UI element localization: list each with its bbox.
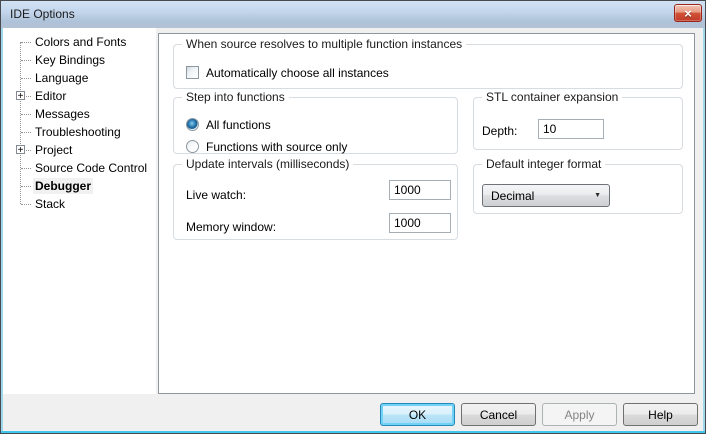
- close-icon: ×: [684, 6, 692, 21]
- functions-with-source-label[interactable]: Functions with source only: [206, 140, 347, 154]
- tree-item-language[interactable]: Language: [3, 69, 156, 87]
- frame-accent-bottom: [1, 431, 705, 433]
- frame-accent-right: [703, 28, 705, 433]
- debugger-settings-panel: When source resolves to multiple functio…: [158, 33, 695, 394]
- expand-icon[interactable]: +: [16, 91, 25, 100]
- memory-window-input[interactable]: [389, 213, 451, 233]
- live-watch-label: Live watch:: [186, 188, 246, 202]
- all-functions-radio[interactable]: [186, 118, 199, 131]
- group-update-intervals: Update intervals (milliseconds) Live wat…: [173, 164, 458, 240]
- tree-item-messages[interactable]: Messages: [3, 105, 156, 123]
- group-step-into-functions: Step into functions All functions Functi…: [173, 97, 458, 154]
- integer-format-combobox[interactable]: Decimal ▼: [482, 184, 610, 207]
- functions-with-source-radio[interactable]: [186, 140, 199, 153]
- tree-item-editor[interactable]: + Editor: [3, 87, 156, 105]
- group-title: When source resolves to multiple functio…: [182, 37, 466, 52]
- combobox-selected-value: Decimal: [491, 189, 534, 203]
- tree-item-troubleshooting[interactable]: Troubleshooting: [3, 123, 156, 141]
- depth-label: Depth:: [482, 124, 517, 138]
- ok-button[interactable]: OK: [380, 403, 455, 426]
- apply-button: Apply: [542, 403, 617, 426]
- tree-item-debugger[interactable]: Debugger: [3, 177, 156, 195]
- window-title: IDE Options: [10, 7, 75, 21]
- group-title: Update intervals (milliseconds): [182, 157, 353, 172]
- live-watch-input[interactable]: [389, 180, 451, 200]
- group-title: STL container expansion: [482, 90, 622, 105]
- cancel-button[interactable]: Cancel: [461, 403, 536, 426]
- group-multiple-instances: When source resolves to multiple functio…: [173, 44, 683, 89]
- tree-item-key-bindings[interactable]: Key Bindings: [3, 51, 156, 69]
- group-stl-container-expansion: STL container expansion Depth:: [473, 97, 683, 150]
- all-functions-label[interactable]: All functions: [206, 118, 271, 132]
- expand-icon[interactable]: +: [16, 145, 25, 154]
- group-title: Step into functions: [182, 90, 289, 105]
- tree-item-stack[interactable]: Stack: [3, 195, 156, 213]
- close-button[interactable]: ×: [674, 4, 702, 22]
- depth-input[interactable]: [538, 119, 604, 139]
- tree-item-source-code-control[interactable]: Source Code Control: [3, 159, 156, 177]
- tree-item-project[interactable]: + Project: [3, 141, 156, 159]
- chevron-down-icon: ▼: [594, 192, 601, 199]
- auto-choose-instances-checkbox[interactable]: [186, 66, 199, 79]
- tree-item-colors-and-fonts[interactable]: Colors and Fonts: [3, 33, 156, 51]
- group-title: Default integer format: [482, 157, 605, 172]
- help-button[interactable]: Help: [623, 403, 698, 426]
- ide-options-dialog: IDE Options × Colors and Fonts Key Bindi…: [0, 0, 706, 434]
- settings-tree: Colors and Fonts Key Bindings Language +…: [3, 28, 156, 394]
- memory-window-label: Memory window:: [186, 220, 276, 234]
- dialog-button-row: OK Cancel Apply Help: [380, 403, 698, 426]
- group-default-integer-format: Default integer format Decimal ▼: [473, 164, 683, 214]
- auto-choose-instances-label[interactable]: Automatically choose all instances: [206, 66, 389, 80]
- titlebar[interactable]: IDE Options ×: [1, 1, 705, 28]
